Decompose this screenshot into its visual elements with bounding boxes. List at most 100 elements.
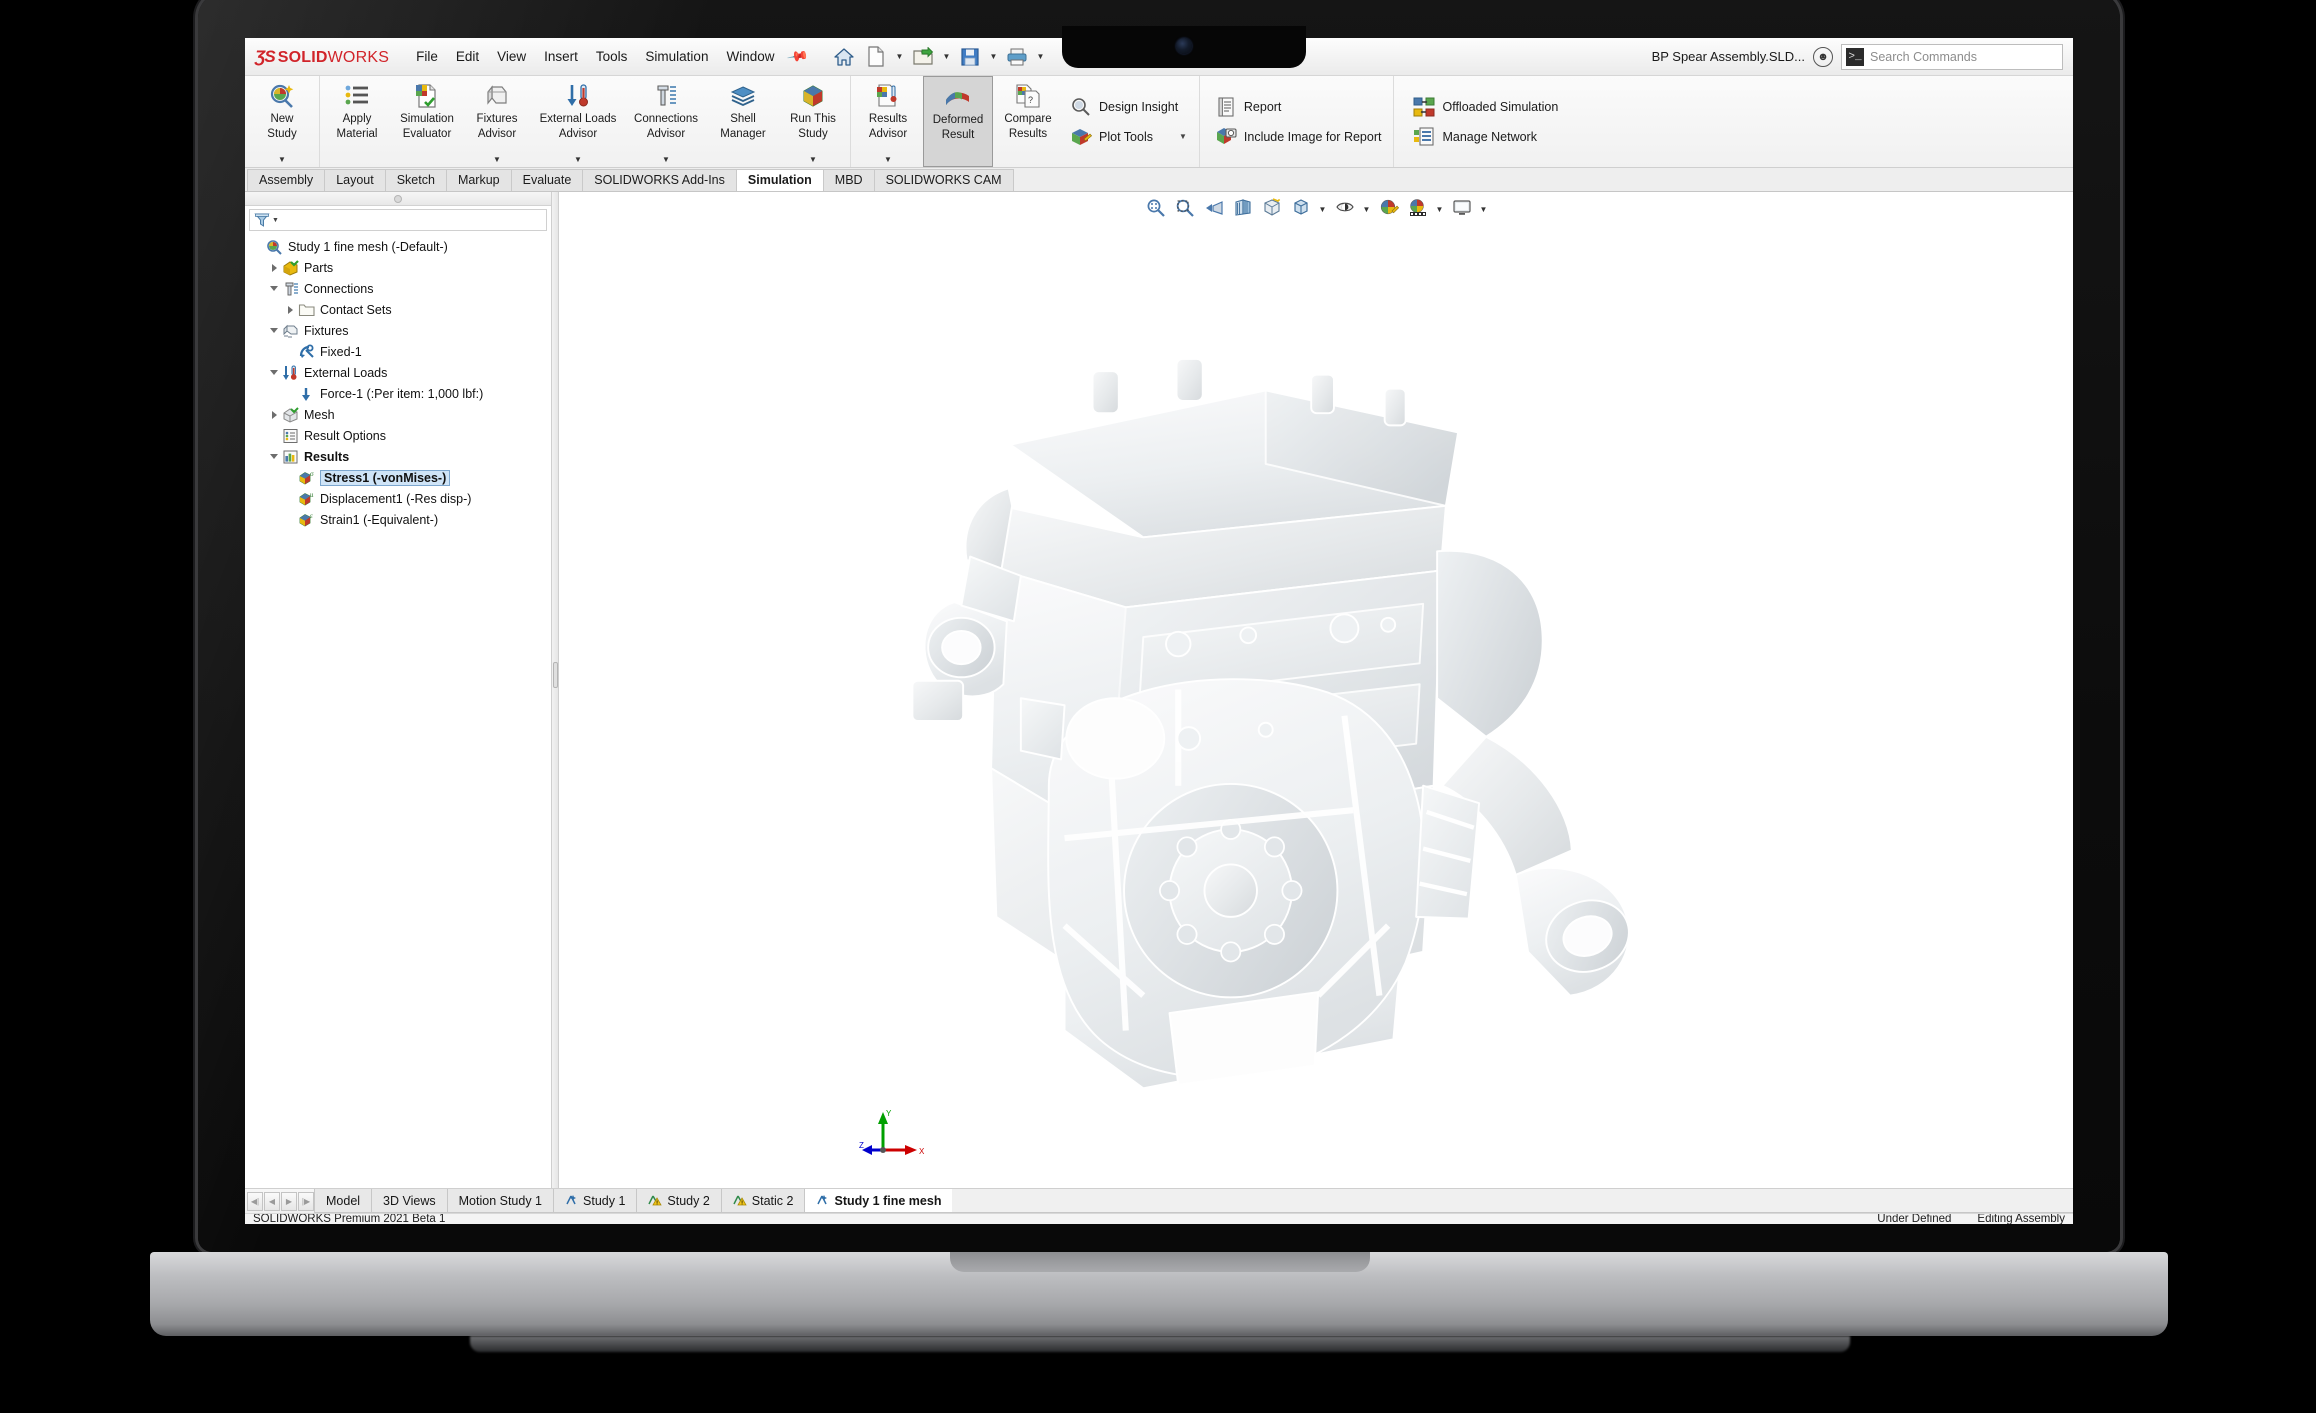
menu-file[interactable]: File (407, 45, 447, 68)
results-advisor-caret-icon[interactable]: ▼ (884, 155, 892, 164)
new-study-caret-icon[interactable]: ▼ (278, 155, 286, 164)
zoom-to-area-button[interactable] (1172, 196, 1198, 222)
tree-item-stress1[interactable]: σ Stress1 (-vonMises-) (245, 467, 551, 488)
new-document-caret-icon[interactable]: ▼ (893, 43, 906, 71)
tree-item-fixed-1[interactable]: Fixed-1 (245, 341, 551, 362)
previous-view-button[interactable] (1201, 196, 1227, 222)
new-study-button[interactable]: New Study ▼ (247, 76, 317, 167)
tree-filter-bar[interactable]: ▼ (249, 209, 547, 231)
tree-item-contact-sets[interactable]: Contact Sets (245, 299, 551, 320)
command-tab-solidworks-add-ins[interactable]: SOLIDWORKS Add-Ins (582, 169, 737, 191)
floppy-disk-icon[interactable] (955, 43, 985, 71)
doc-tab-model[interactable]: Model (314, 1189, 373, 1213)
chevron-down-icon[interactable] (267, 328, 281, 333)
doc-tab-3d-views[interactable]: 3D Views (371, 1189, 448, 1213)
edit-appearance-button[interactable] (1376, 196, 1402, 222)
last-page-icon[interactable]: |▶ (298, 1191, 314, 1211)
hide-show-items-button[interactable] (1332, 196, 1358, 222)
splitter-grip[interactable] (553, 662, 558, 688)
apply-scene-caret-icon[interactable]: ▼ (1434, 196, 1446, 222)
chevron-right-icon[interactable] (267, 263, 281, 272)
pushpin-icon[interactable]: 📌 (786, 45, 810, 69)
printer-icon[interactable] (1002, 43, 1032, 71)
apply-scene-button[interactable] (1405, 196, 1431, 222)
zoom-to-fit-button[interactable] (1143, 196, 1169, 222)
connections-advisor-button[interactable]: Connections Advisor ▼ (624, 76, 708, 167)
previous-page-icon[interactable]: ◀ (264, 1191, 280, 1211)
chevron-right-icon[interactable] (283, 305, 297, 314)
menu-edit[interactable]: Edit (447, 45, 488, 68)
view-settings-caret-icon[interactable]: ▼ (1478, 196, 1490, 222)
smiley-face-icon[interactable]: ☻ (1813, 46, 1833, 67)
tree-item-study[interactable]: Study 1 fine mesh (-Default-) (245, 236, 551, 257)
doc-tab-study-2[interactable]: Study 2 (636, 1189, 722, 1213)
tree-item-results[interactable]: Results (245, 446, 551, 467)
open-document-caret-icon[interactable]: ▼ (940, 43, 953, 71)
panel-splitter[interactable] (552, 192, 559, 1188)
home-icon[interactable] (829, 43, 859, 71)
view-orientation-button[interactable] (1259, 196, 1285, 222)
external-loads-caret-icon[interactable]: ▼ (574, 155, 582, 164)
fixtures-advisor-caret-icon[interactable]: ▼ (493, 155, 501, 164)
tree-item-strain1[interactable]: ε Strain1 (-Equivalent-) (245, 509, 551, 530)
engine-assembly-model[interactable] (559, 226, 2073, 1188)
command-tab-layout[interactable]: Layout (324, 169, 386, 191)
include-image-for-report-button[interactable]: Include Image for Report (1212, 124, 1388, 150)
new-document-icon[interactable] (861, 43, 891, 71)
view-settings-button[interactable] (1449, 196, 1475, 222)
chevron-down-icon[interactable] (267, 454, 281, 459)
tree-item-connections[interactable]: Connections (245, 278, 551, 299)
command-tab-assembly[interactable]: Assembly (247, 169, 326, 191)
connections-advisor-caret-icon[interactable]: ▼ (662, 155, 670, 164)
run-study-caret-icon[interactable]: ▼ (809, 155, 817, 164)
apply-material-button[interactable]: Apply Material (322, 76, 392, 167)
tree-item-parts[interactable]: Parts (245, 257, 551, 278)
deformed-result-button[interactable]: Deformed Result (923, 76, 993, 167)
menu-tools[interactable]: Tools (587, 45, 637, 68)
doc-tab-motion-study-1[interactable]: Motion Study 1 (446, 1189, 555, 1213)
tree-item-fixtures[interactable]: Fixtures (245, 320, 551, 341)
panel-collapse-handle[interactable] (394, 194, 402, 203)
search-input[interactable]: >_ Search Commands (1841, 43, 2063, 70)
open-folder-icon[interactable] (908, 43, 938, 71)
manage-network-button[interactable]: Manage Network (1410, 124, 1564, 150)
display-style-caret-icon[interactable]: ▼ (1317, 196, 1329, 222)
results-advisor-button[interactable]: Results Advisor ▼ (853, 76, 923, 167)
command-tab-simulation[interactable]: Simulation (735, 169, 824, 191)
hide-show-items-caret-icon[interactable]: ▼ (1361, 196, 1373, 222)
chevron-down-icon[interactable] (267, 370, 281, 375)
plot-tools-button[interactable]: Plot Tools ▼ (1067, 124, 1193, 150)
report-button[interactable]: Report (1212, 94, 1388, 120)
command-tab-sketch[interactable]: Sketch (384, 169, 447, 191)
menu-simulation[interactable]: Simulation (636, 45, 717, 68)
command-tab-solidworks-cam[interactable]: SOLIDWORKS CAM (873, 169, 1014, 191)
doc-tab-static-2[interactable]: Static 2 (720, 1189, 806, 1213)
doc-tab-study-1-fine-mesh[interactable]: Study 1 fine mesh (804, 1189, 954, 1213)
save-caret-icon[interactable]: ▼ (987, 43, 1000, 71)
chevron-right-icon[interactable] (267, 410, 281, 419)
graphics-viewport[interactable]: ▼ ▼ ▼ ▼ Y X Z (559, 192, 2073, 1188)
tree-item-mesh[interactable]: Mesh (245, 404, 551, 425)
chevron-down-icon[interactable] (267, 286, 281, 291)
print-caret-icon[interactable]: ▼ (1034, 43, 1047, 71)
command-tab-markup[interactable]: Markup (445, 169, 512, 191)
first-page-icon[interactable]: ◀| (247, 1191, 263, 1211)
next-page-icon[interactable]: ▶ (281, 1191, 297, 1211)
compare-results-button[interactable]: ? Compare Results (993, 76, 1063, 167)
menu-window[interactable]: Window (717, 45, 783, 68)
doc-tab-study-1[interactable]: Study 1 (553, 1189, 638, 1213)
shell-manager-button[interactable]: Shell Manager (708, 76, 778, 167)
tree-item-external-loads[interactable]: External Loads (245, 362, 551, 383)
fixtures-advisor-button[interactable]: Fixtures Advisor ▼ (462, 76, 532, 167)
section-view-button[interactable] (1230, 196, 1256, 222)
design-insight-button[interactable]: Design Insight (1067, 94, 1193, 120)
menu-insert[interactable]: Insert (535, 45, 587, 68)
command-tab-mbd[interactable]: MBD (822, 169, 875, 191)
command-tab-evaluate[interactable]: Evaluate (510, 169, 584, 191)
simulation-evaluator-button[interactable]: Simulation Evaluator (392, 76, 462, 167)
tree-item-result-options[interactable]: Result Options (245, 425, 551, 446)
run-this-study-button[interactable]: Run This Study ▼ (778, 76, 848, 167)
external-loads-advisor-button[interactable]: External Loads Advisor ▼ (532, 76, 624, 167)
offloaded-simulation-button[interactable]: Offloaded Simulation (1410, 94, 1564, 120)
tree-item-displacement1[interactable]: u Displacement1 (-Res disp-) (245, 488, 551, 509)
